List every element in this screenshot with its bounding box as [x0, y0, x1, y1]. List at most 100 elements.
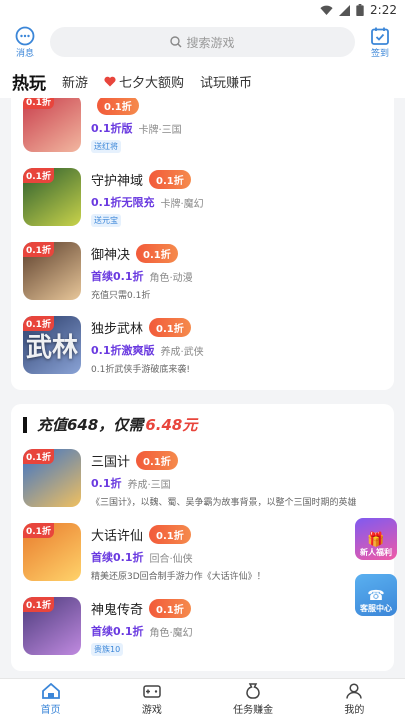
nav-label: 游戏 [141, 705, 162, 716]
service-center-button[interactable]: ☎ 客服中心 [355, 574, 397, 616]
game-category: 卡牌·魔幻 [160, 198, 204, 210]
battery-icon [356, 4, 364, 16]
game-thumbnail[interactable]: 0.1折 武林 [23, 316, 81, 374]
game-thumbnail-glyph [23, 98, 81, 152]
game-thumbnail[interactable]: 0.1折 [23, 449, 81, 507]
headset-icon: ☎ [367, 588, 385, 604]
tab-label: 七夕大额购 [119, 75, 185, 91]
game-promo: 首续0.1折 [91, 625, 144, 638]
game-card-hot: 0.1折 0.1折 0.1折版 卡牌·三国 送红将 0.1折 守护神域 0.1折 0.1折无限充… [11, 98, 394, 390]
game-promo: 0.1折版 [91, 122, 133, 135]
game-tag: 贵族10 [91, 643, 124, 656]
tab-label: 热玩 [12, 73, 46, 94]
game-card-recharge: 充值648，仅需 6.48元 0.1折 三国计 0.1折 0.1折 养成·三国 《三国计》… [11, 404, 394, 671]
game-name-row: 大话许仙 0.1折 [91, 523, 382, 545]
game-promo: 0.1折激爽版 [91, 344, 155, 357]
tab-qixi[interactable]: 七夕大额购 [104, 72, 184, 91]
game-thumbnail-glyph [23, 168, 81, 226]
game-meta: 0.1折无限充 卡牌·魔幻 [91, 194, 382, 210]
game-promo: 首续0.1折 [91, 551, 144, 564]
newbie-label: 新人福利 [360, 548, 392, 557]
category-tabs: 热玩 新游 七夕大额购 试玩赚币 [0, 64, 405, 98]
game-info: 守护神域 0.1折 0.1折无限充 卡牌·魔幻 送元宝 [91, 168, 382, 227]
game-sub: 《三国计》，以魏、蜀、吴争霸为故事背景，以整个三国时期的英雄 [91, 495, 382, 508]
game-promo: 0.1折无限充 [91, 196, 155, 209]
game-name: 三国计 [91, 454, 131, 470]
game-thumbnail[interactable]: 0.1折 [23, 242, 81, 300]
game-tag: 送元宝 [91, 214, 121, 227]
game-desc: 0.1折武侠手游破底来袭! [91, 365, 190, 375]
tab-hot[interactable]: 热玩 [12, 69, 46, 94]
search-input[interactable]: 搜索游戏 [50, 27, 355, 57]
game-tag: 送红将 [91, 140, 121, 153]
tab-trial[interactable]: 试玩赚币 [200, 72, 252, 91]
home-icon [41, 683, 60, 699]
game-info: 独步武林 0.1折 0.1折激爽版 养成·武侠 0.1折武侠手游破底来袭! [91, 316, 382, 375]
game-thumbnail-glyph [23, 523, 81, 581]
discount-badge: 0.1折 [136, 450, 178, 470]
search-placeholder: 搜索游戏 [186, 35, 235, 50]
game-name: 守护神域 [91, 173, 144, 189]
game-sub: 0.1折武侠手游破底来袭! [91, 362, 382, 375]
game-name-row: 0.1折 [91, 98, 382, 116]
chat-icon [15, 26, 35, 45]
game-list-item[interactable]: 0.1折 神鬼传奇 0.1折 首续0.1折 角色·魔幻 贵族10 [11, 591, 394, 665]
game-list-item[interactable]: 0.1折 0.1折 0.1折版 卡牌·三国 送红将 [11, 98, 394, 162]
main-content: 0.1折 0.1折 0.1折版 卡牌·三国 送红将 0.1折 守护神域 0.1折 0.1折无限充… [0, 98, 405, 678]
money-bag-icon [246, 683, 260, 699]
game-thumbnail[interactable]: 0.1折 [23, 168, 81, 226]
game-thumbnail[interactable]: 0.1折 [23, 523, 81, 581]
game-meta: 0.1折 养成·三国 [91, 475, 382, 491]
game-meta: 0.1折版 卡牌·三国 [91, 120, 382, 136]
user-icon [346, 683, 363, 699]
message-button[interactable]: 消息 [8, 26, 42, 59]
game-thumbnail-glyph [23, 597, 81, 655]
game-thumbnail[interactable]: 0.1折 [23, 597, 81, 655]
game-sub: 贵族10 [91, 643, 382, 656]
nav-mine[interactable]: 我的 [304, 679, 405, 720]
game-name-row: 守护神域 0.1折 [91, 168, 382, 190]
discount-badge: 0.1折 [149, 169, 191, 189]
bottom-nav: 首页 游戏 任务赚金 我的 [0, 678, 405, 720]
game-name: 御神决 [91, 247, 131, 263]
game-list-item[interactable]: 0.1折 御神决 0.1折首续0.1折 角色·动漫充值只需0.1折 [11, 236, 394, 310]
game-info: 神鬼传奇 0.1折 首续0.1折 角色·魔幻 贵族10 [91, 597, 382, 656]
heart-icon [104, 76, 116, 86]
nav-label: 我的 [344, 705, 365, 716]
game-desc: 《三国计》，以魏、蜀、吴争霸为故事背景，以整个三国时期的英雄 [91, 498, 357, 508]
game-sub: 精美还原3D回合制手游力作《大话许仙》！ [91, 569, 382, 582]
game-info: 御神决 0.1折首续0.1折 角色·动漫充值只需0.1折 [91, 242, 382, 301]
discount-badge: 0.1折 [97, 98, 139, 115]
tab-new[interactable]: 新游 [62, 72, 88, 91]
game-thumbnail-glyph: 武林 [25, 332, 78, 363]
game-meta: 首续0.1折 角色·动漫 [91, 268, 382, 284]
game-name: 独步武林 [91, 321, 144, 337]
game-name-row: 独步武林 0.1折 [91, 316, 382, 338]
game-list-item[interactable]: 0.1折 武林 独步武林 0.1折 0.1折激爽版 养成·武侠 0.1折武侠手游破底来袭! [11, 310, 394, 384]
game-list-item[interactable]: 0.1折 大话许仙 0.1折 首续0.1折 回合·仙侠 精美还原3D回合制手游力作《大话许… [11, 517, 394, 591]
checkin-label: 签到 [370, 48, 389, 59]
signal-icon [339, 4, 351, 16]
top-bar: 消息 搜索游戏 签到 [0, 20, 405, 64]
checkin-button[interactable]: 签到 [363, 26, 397, 59]
nav-home[interactable]: 首页 [0, 679, 101, 720]
status-time: 2:22 [370, 3, 397, 17]
discount-badge: 0.1折 [149, 598, 191, 618]
game-category: 卡牌·三国 [138, 124, 182, 136]
newbie-welfare-button[interactable]: 🎁 新人福利 [355, 518, 397, 560]
section-bar [23, 416, 27, 433]
game-desc: 充值只需0.1折 [91, 291, 151, 301]
game-name: 大话许仙 [91, 528, 144, 544]
nav-tasks[interactable]: 任务赚金 [203, 679, 304, 720]
game-promo: 0.1折 [91, 477, 122, 490]
game-list-item[interactable]: 0.1折 三国计 0.1折 0.1折 养成·三国 《三国计》，以魏、蜀、吴争霸为故事背景，… [11, 443, 394, 517]
nav-games[interactable]: 游戏 [101, 679, 202, 720]
game-list-item[interactable]: 0.1折 守护神域 0.1折 0.1折无限充 卡牌·魔幻 送元宝 [11, 162, 394, 236]
game-info: 0.1折 0.1折版 卡牌·三国 送红将 [91, 98, 382, 153]
game-name-row: 御神决 0.1折 [91, 242, 382, 264]
calendar-check-icon [371, 27, 389, 45]
game-thumbnail[interactable]: 0.1折 [23, 98, 81, 152]
gift-icon: 🎁 [367, 532, 385, 548]
game-category: 角色·动漫 [149, 272, 193, 284]
gamepad-icon [143, 685, 161, 698]
